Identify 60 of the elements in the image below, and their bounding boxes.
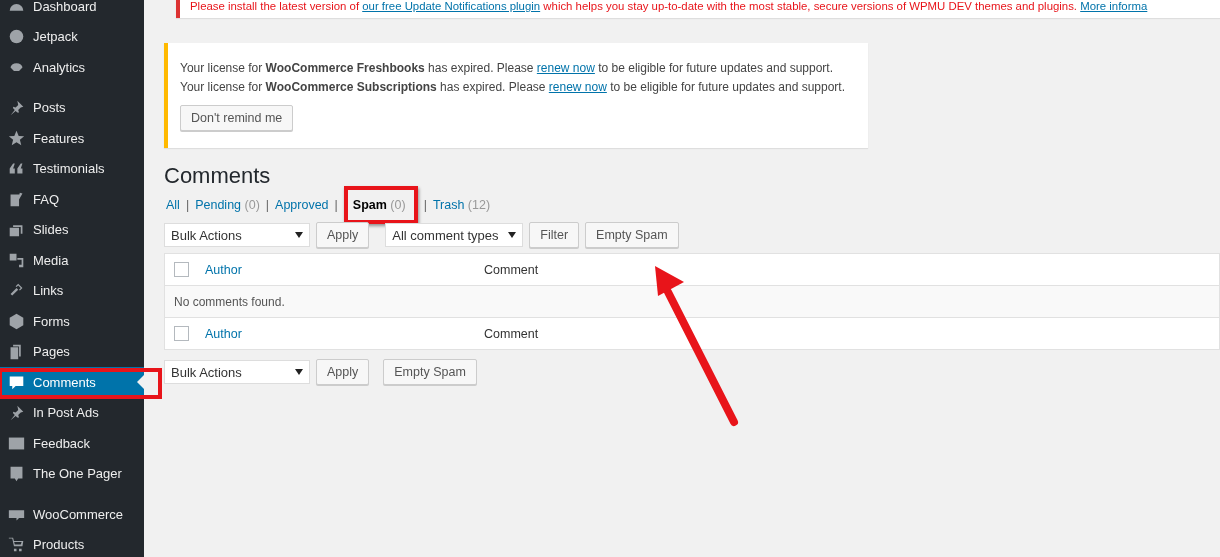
column-header: Comment: [484, 326, 539, 341]
sidebar-item[interactable]: WooCommerce: [0, 499, 144, 530]
checkbox[interactable]: [174, 326, 189, 341]
license-message: Your license for WooCommerce Freshbooks has expired. Please renew now to be eligible for future updates and support.: [180, 61, 835, 76]
column-header: Comment: [484, 262, 539, 277]
sidebar-item[interactable]: Products: [0, 529, 144, 557]
caret-icon: [295, 232, 303, 238]
sidebar-item[interactable]: Analytics: [0, 52, 144, 83]
sidebar-item[interactable]: Testimonials: [0, 153, 144, 184]
apply-button[interactable]: Apply: [316, 222, 370, 248]
sidebar-item[interactable]: Pages: [0, 336, 144, 367]
separator: |: [185, 198, 190, 212]
sidebar-item[interactable]: Media: [0, 245, 144, 276]
license-message: Your license for WooCommerce Subscriptions has expired. Please renew now to be eligible for future updates and support.: [180, 80, 847, 95]
note-icon: [8, 190, 25, 208]
separator: |: [265, 198, 270, 212]
sidebar-item[interactable]: Feedback: [0, 428, 144, 459]
sidebar-item[interactable]: Features: [0, 123, 144, 154]
renew-link[interactable]: renew now: [548, 80, 607, 94]
more-info-link[interactable]: More informa: [1080, 0, 1148, 12]
bulk-actions-select[interactable]: Bulk Actions: [164, 223, 310, 247]
page-title: Comments: [164, 163, 272, 189]
caret-icon: [295, 369, 303, 375]
plugin-link[interactable]: our free Update Notifications plugin: [362, 0, 541, 12]
sidebar-item[interactable]: Forms: [0, 306, 144, 337]
empty-spam-button[interactable]: Empty Spam: [585, 222, 679, 248]
dismiss-button[interactable]: Don't remind me: [180, 105, 294, 131]
filter-button[interactable]: Filter: [529, 222, 580, 248]
separator: |: [334, 198, 338, 212]
bulk-actions-select[interactable]: Bulk Actions: [164, 360, 310, 384]
comment-type-select[interactable]: All comment types: [385, 223, 524, 247]
filter-link[interactable]: Pending (0): [195, 198, 260, 212]
sidebar-item[interactable]: The One Pager: [0, 458, 144, 489]
caret-icon: [508, 232, 517, 238]
sidebar-item[interactable]: Links: [0, 275, 144, 306]
column-header-link[interactable]: Author: [205, 326, 484, 341]
checkbox[interactable]: [174, 262, 189, 277]
star-icon: [8, 129, 25, 147]
letter-box-icon: [8, 465, 25, 483]
filter-link[interactable]: Spam (0): [352, 198, 406, 212]
sidebar-item[interactable]: Dashboard: [0, 0, 144, 22]
sidebar-item[interactable]: Posts: [0, 92, 144, 123]
filter-link[interactable]: All: [166, 198, 180, 212]
notice-text: Please install the latest version of our free Update Notifications plugin which helps you stay up-to-date with the most stable, secure versions of WPMU DEV themes and plugins. More informa: [190, 0, 1148, 12]
filter-link[interactable]: Approved: [275, 198, 329, 212]
empty-spam-button[interactable]: Empty Spam: [383, 359, 477, 385]
circle-icon: [8, 28, 25, 46]
apply-button[interactable]: Apply: [316, 359, 370, 385]
sidebar-item[interactable]: Jetpack: [0, 21, 144, 52]
sidebar-item[interactable]: In Post Ads: [0, 397, 144, 428]
sidebar-item[interactable]: FAQ: [0, 184, 144, 215]
cart-icon: [8, 536, 25, 554]
filter-link[interactable]: Trash (12): [432, 198, 491, 212]
empty-message: No comments found.: [173, 294, 285, 309]
column-header-link[interactable]: Author: [205, 262, 484, 277]
hexagon-icon: [8, 312, 25, 330]
sidebar-item[interactable]: Slides: [0, 214, 144, 245]
renew-link[interactable]: renew now: [536, 61, 595, 75]
separator: |: [423, 198, 427, 212]
media-icon: [8, 251, 25, 269]
